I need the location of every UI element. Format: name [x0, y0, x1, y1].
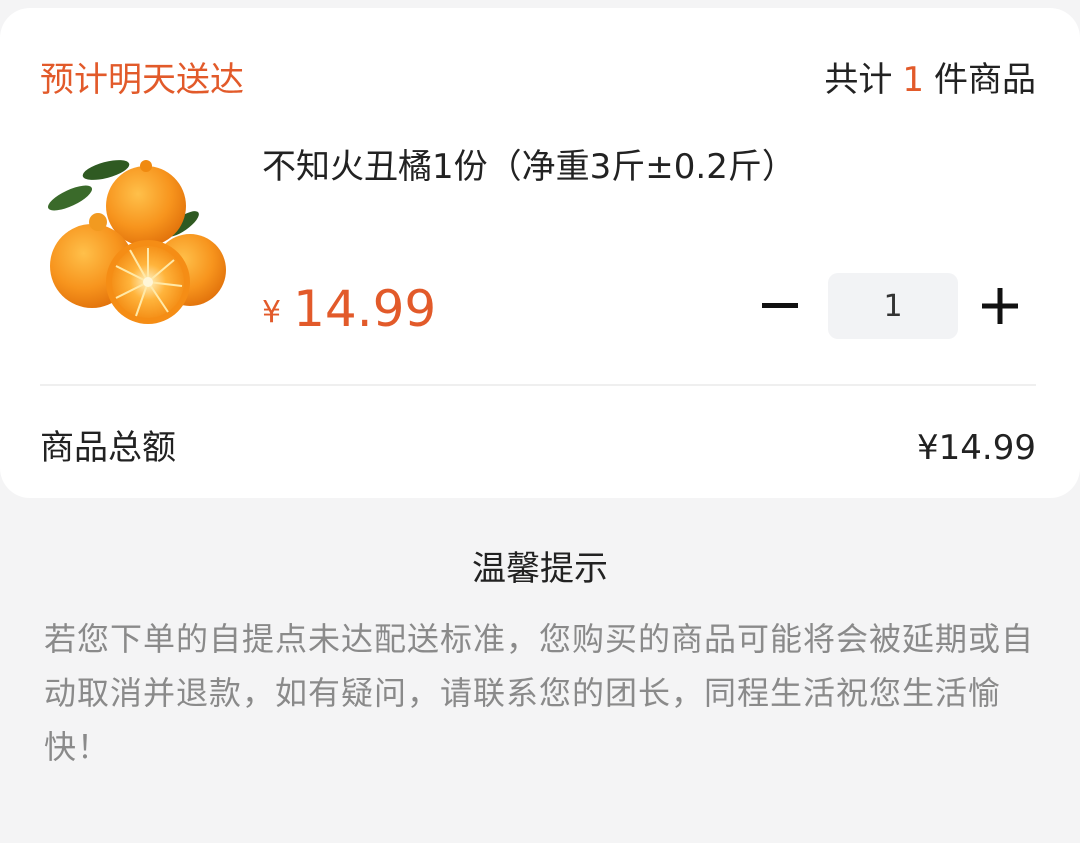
subtotal-label: 商品总额 [40, 428, 176, 468]
item-count-suffix: 件商品 [934, 60, 1036, 100]
increase-quantity-button[interactable] [978, 284, 1022, 328]
price-currency: ¥ [262, 295, 282, 330]
divider [40, 384, 1036, 386]
product-price: ¥14.99 [262, 280, 436, 338]
quantity-stepper-input[interactable] [828, 273, 958, 339]
order-card: 预计明天送达 共计 1 件商品 不知火丑橘1份（净重3斤±0.2斤） ¥ 14.… [0, 8, 1080, 498]
product-image[interactable] [40, 148, 232, 338]
subtotal-value: ¥14.99 [917, 428, 1036, 468]
notice-title: 温馨提示 [472, 549, 608, 589]
delivery-estimate: 预计明天送达 [40, 60, 244, 100]
plus-icon [982, 288, 1018, 324]
orange-fruit-image [47, 160, 226, 324]
minus-icon [762, 303, 798, 308]
product-name[interactable]: 不知火丑橘1份（净重3斤±0.2斤） [262, 142, 796, 192]
notice-body: 若您下单的自提点未达配送标准，您购买的商品可能将会被延期或自动取消并退款，如有疑… [44, 620, 1035, 766]
decrease-quantity-button[interactable] [758, 284, 802, 328]
item-count: 共计 1 件商品 [824, 58, 1036, 102]
item-count-prefix: 共计 [824, 60, 893, 100]
item-count-number: 1 [902, 60, 924, 100]
price-amount: 14.99 [293, 280, 437, 338]
